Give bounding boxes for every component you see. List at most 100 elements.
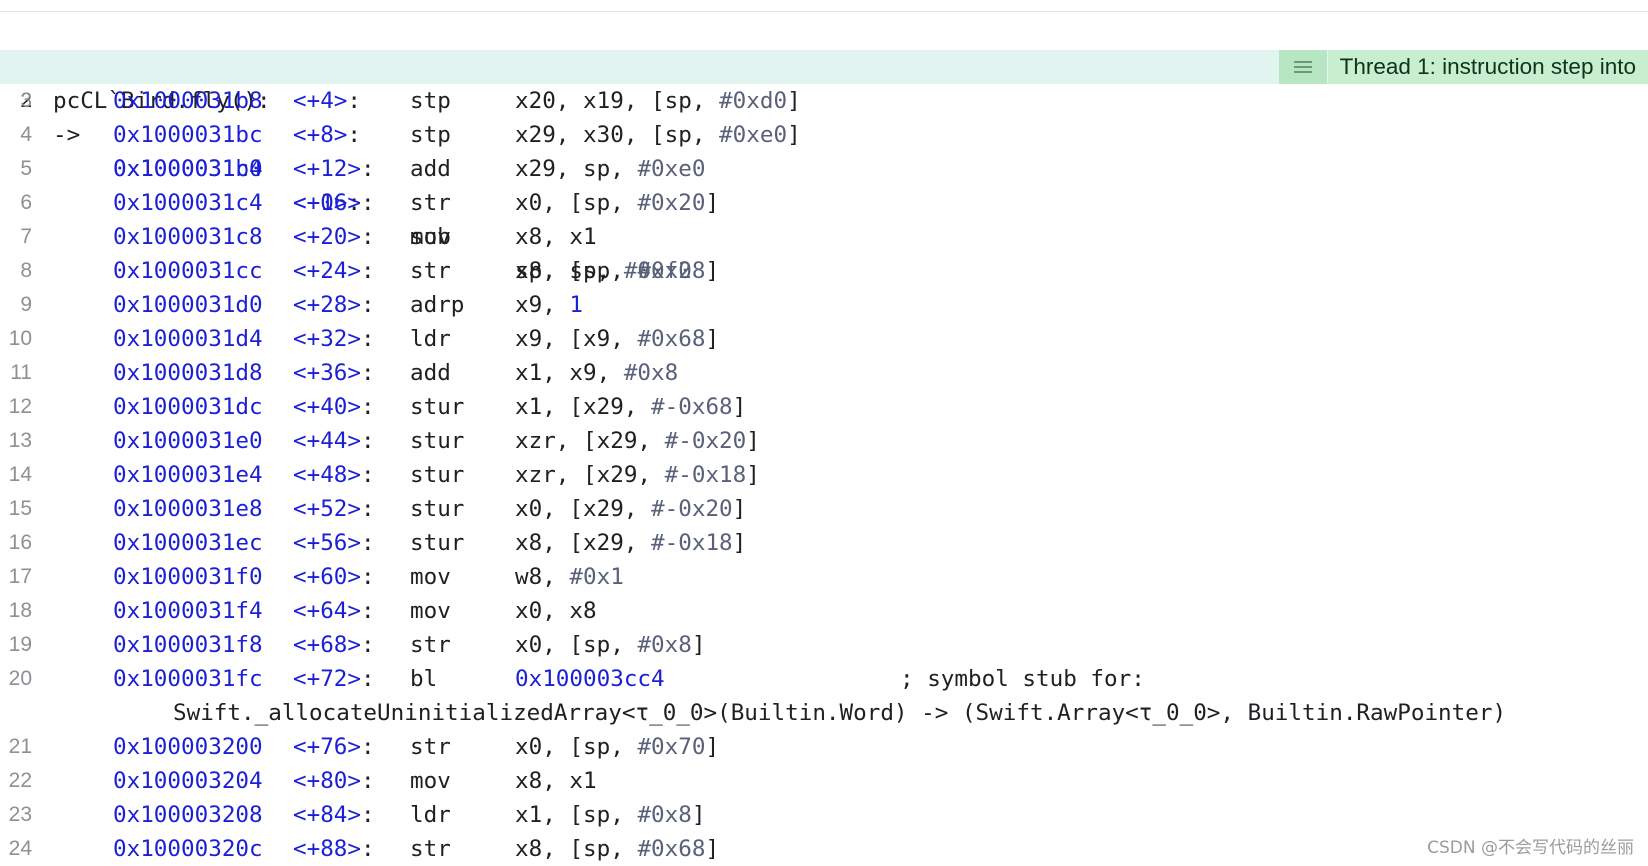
- code-line[interactable]: 10 0x1000031d4 <+32>: ldr x9, [x9, #0x68]: [0, 322, 1648, 356]
- code-line[interactable]: 16 0x1000031ec <+56>: stur x8, [x29, #-0x18]: [0, 526, 1648, 560]
- instruction-mnemonic: mov: [410, 224, 451, 250]
- operand-immediate: #0x28: [637, 258, 706, 284]
- code-line[interactable]: 18 0x1000031f4 <+64>: mov x0, x8: [0, 594, 1648, 628]
- offset-text: <+60>: [293, 564, 362, 590]
- instruction-mnemonic: mov: [410, 768, 451, 794]
- operand-text: x8, x1: [515, 768, 597, 794]
- offset-text: <+44>: [293, 428, 362, 454]
- operand-text: ]: [705, 258, 720, 284]
- thread-status-badge[interactable]: Thread 1: instruction step into: [1278, 50, 1648, 84]
- line-number: 19: [8, 633, 32, 656]
- code-line[interactable]: 17 0x1000031f0 <+60>: mov w8, #0x1: [0, 560, 1648, 594]
- offset-colon: :: [347, 88, 362, 114]
- operand-text: x9,: [515, 292, 570, 318]
- instruction-address: 0x1000031c4: [113, 190, 263, 216]
- code-line[interactable]: 22 0x100003204 <+80>: mov x8, x1: [0, 764, 1648, 798]
- thread-status-text: Thread 1: instruction step into: [1327, 50, 1648, 84]
- code-line[interactable]: 20 0x1000031fc <+72>: bl 0x100003cc4 ; symbol…: [0, 662, 1648, 696]
- instruction-operands: 0x100003cc4: [515, 662, 665, 696]
- branch-target[interactable]: 0x100003cc4: [515, 666, 665, 692]
- instruction-mnemonic: str: [410, 836, 451, 862]
- code-line[interactable]: 12 0x1000031dc <+40>: stur x1, [x29, #-0x68]: [0, 390, 1648, 424]
- offset-colon: :: [361, 734, 375, 760]
- offset-text: <+12>: [293, 156, 362, 182]
- instruction-mnemonic: mov: [410, 564, 451, 590]
- code-line-title[interactable]: 1 pcCL`Bird.fly():: [0, 16, 1648, 114]
- line-number: 6: [20, 191, 32, 214]
- line-number: 15: [8, 497, 32, 520]
- instruction-mnemonic: mov: [410, 598, 451, 624]
- offset-colon: :: [361, 768, 375, 794]
- operand-immediate: #0x8: [623, 360, 679, 386]
- operand-text: x8, x1: [515, 224, 597, 250]
- operand-text: ]: [705, 326, 720, 352]
- instruction-offset: <+84>:: [293, 798, 375, 832]
- instruction-address: 0x1000031f0: [113, 564, 263, 590]
- instruction-mnemonic: stur: [410, 394, 465, 420]
- instruction-mnemonic: stp: [410, 88, 451, 114]
- code-line[interactable]: 9 0x1000031d0 <+28>: adrp x9, 1: [0, 288, 1648, 322]
- operand-text: x0, [sp,: [515, 190, 638, 216]
- code-line[interactable]: 15 0x1000031e8 <+52>: stur x0, [x29, #-0x20]: [0, 492, 1648, 526]
- instruction-address: 0x1000031dc: [113, 394, 263, 420]
- instruction-operands: x8, [sp, #0x28]: [515, 254, 719, 288]
- line-number: 8: [20, 259, 32, 282]
- operand-immediate: #-0x68: [651, 394, 733, 420]
- instruction-address: 0x1000031c8: [113, 224, 263, 250]
- code-line[interactable]: 11 0x1000031d8 <+36>: add x1, x9, #0x8: [0, 356, 1648, 390]
- instruction-operands: x8, x1: [515, 220, 597, 254]
- code-line[interactable]: 13 0x1000031e0 <+44>: stur xzr, [x29, #-0x20…: [0, 424, 1648, 458]
- code-line[interactable]: 5 0x1000031c0 <+12>: add x29, sp, #0xe0: [0, 152, 1648, 186]
- instruction-address: 0x1000031cc: [113, 258, 263, 284]
- code-line[interactable]: 3 0x1000031b8 <+4>: stp x20, x19, [sp, #0xd0…: [0, 84, 1648, 118]
- operand-immediate: #0xe0: [637, 156, 706, 182]
- offset-text: <+16>: [293, 190, 362, 216]
- code-line[interactable]: 7 0x1000031c8 <+20>: mov x8, x1: [0, 220, 1648, 254]
- operand-text: x0, [x29,: [515, 496, 652, 522]
- disassembly-listing: 1 pcCL`Bird.fly(): 2 -> 0x1000031b4 <+0>…: [0, 16, 1648, 866]
- code-line[interactable]: 8 0x1000031cc <+24>: str x8, [sp, #0x28]: [0, 254, 1648, 288]
- instruction-offset: <+36>:: [293, 356, 375, 390]
- instruction-address: 0x1000031e4: [113, 462, 263, 488]
- offset-colon: :: [347, 122, 362, 148]
- code-line-current[interactable]: 2 -> 0x1000031b4 <+0>: sub sp, sp, #0xf0…: [0, 50, 1648, 284]
- list-lines-icon[interactable]: [1278, 50, 1328, 84]
- instruction-address: 0x1000031d8: [113, 360, 263, 386]
- offset-text: <+32>: [293, 326, 362, 352]
- operand-text: ]: [732, 496, 747, 522]
- code-line[interactable]: 24 0x10000320c <+88>: str x8, [sp, #0x68]: [0, 832, 1648, 866]
- instruction-address: 0x1000031fc: [113, 666, 263, 692]
- offset-text: <+68>: [293, 632, 362, 658]
- instruction-operands: x29, sp, #0xe0: [515, 152, 705, 186]
- instruction-address: 0x1000031c0: [113, 156, 263, 182]
- instruction-offset: <+80>:: [293, 764, 375, 798]
- line-number: 24: [8, 837, 32, 860]
- code-line[interactable]: 4 0x1000031bc <+8>: stp x29, x30, [sp, #0xe0…: [0, 118, 1648, 152]
- operand-text: ]: [691, 632, 706, 658]
- code-line[interactable]: 21 0x100003200 <+76>: str x0, [sp, #0x70]: [0, 730, 1648, 764]
- operand-text: x0, [sp,: [515, 734, 638, 760]
- offset-colon: :: [361, 292, 375, 318]
- instruction-operands: x1, [sp, #0x8]: [515, 798, 705, 832]
- operand-text: x1, [x29,: [515, 394, 652, 420]
- instruction-offset: <+12>:: [293, 152, 375, 186]
- wrapped-comment: Swift._allocateUninitializedArray<τ_0_0>…: [173, 700, 1507, 726]
- code-line[interactable]: 23 0x100003208 <+84>: ldr x1, [sp, #0x8]: [0, 798, 1648, 832]
- instruction-operands: x9, [x9, #0x68]: [515, 322, 719, 356]
- offset-colon: :: [361, 666, 375, 692]
- instruction-operands: x0, x8: [515, 594, 597, 628]
- instruction-comment: ; symbol stub for:: [900, 666, 1145, 692]
- instruction-offset: <+16>:: [293, 186, 375, 220]
- code-line[interactable]: 14 0x1000031e4 <+48>: stur xzr, [x29, #-0x18…: [0, 458, 1648, 492]
- code-line[interactable]: 6 0x1000031c4 <+16>: str x0, [sp, #0x20]: [0, 186, 1648, 220]
- instruction-address: 0x100003208: [113, 802, 263, 828]
- instruction-address: 0x1000031f4: [113, 598, 263, 624]
- instruction-offset: <+48>:: [293, 458, 375, 492]
- instruction-mnemonic: stp: [410, 122, 451, 148]
- instruction-offset: <+68>:: [293, 628, 375, 662]
- line-number: 12: [8, 395, 32, 418]
- instruction-operands: w8, #0x1: [515, 560, 624, 594]
- instruction-operands: x8, [x29, #-0x18]: [515, 526, 746, 560]
- instruction-address: 0x100003200: [113, 734, 263, 760]
- code-line[interactable]: 19 0x1000031f8 <+68>: str x0, [sp, #0x8]: [0, 628, 1648, 662]
